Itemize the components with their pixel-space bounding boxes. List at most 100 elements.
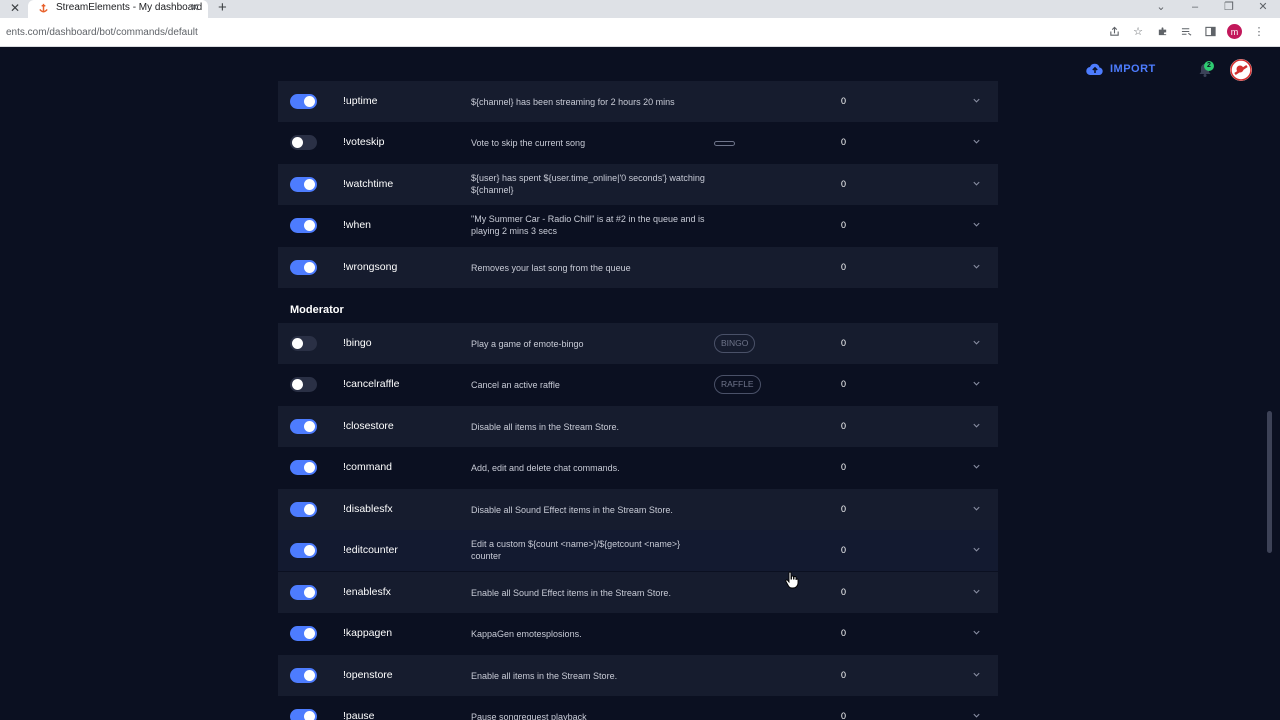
command-description: Play a game of emote-bingo [471, 339, 584, 349]
command-count: 0 [841, 220, 847, 230]
command-name: !disablesfx [343, 503, 393, 515]
chevron-down-icon[interactable] [972, 587, 981, 596]
chevron-down-icon[interactable] [972, 262, 981, 271]
command-tag: BINGO [714, 334, 756, 353]
command-name: !closestore [343, 420, 394, 432]
command-toggle[interactable] [290, 626, 317, 641]
chevron-down-icon[interactable] [972, 137, 981, 146]
table-row[interactable]: !editcounter Edit a custom ${count <name… [278, 530, 998, 571]
command-toggle[interactable] [290, 260, 317, 275]
command-toggle[interactable] [290, 377, 317, 392]
command-description: KappaGen emotesplosions. [471, 629, 582, 639]
table-row[interactable]: !command Add, edit and delete chat comma… [278, 447, 998, 488]
command-name: !pause [343, 710, 375, 720]
command-count: 0 [841, 96, 847, 106]
command-toggle[interactable] [290, 218, 317, 233]
table-row[interactable]: !cancelraffle Cancel an active raffle RA… [278, 364, 998, 405]
new-tab-icon[interactable]: + [218, 0, 227, 16]
reading-list-icon[interactable] [1179, 25, 1193, 39]
command-name: !kappagen [343, 627, 393, 639]
table-row[interactable]: !when "My Summer Car - Radio Chill" is a… [278, 205, 998, 246]
chevron-down-icon[interactable] [972, 670, 981, 679]
command-toggle[interactable] [290, 668, 317, 683]
chevron-down-icon[interactable] [972, 220, 981, 229]
command-description: Enable all items in the Stream Store. [471, 671, 618, 681]
command-toggle[interactable] [290, 502, 317, 517]
command-count: 0 [841, 262, 847, 272]
command-toggle[interactable] [290, 419, 317, 434]
command-count: 0 [841, 628, 847, 638]
command-toggle[interactable] [290, 135, 317, 150]
table-row[interactable]: !uptime ${channel} has been streaming fo… [278, 81, 998, 122]
command-description: Edit a custom ${count <name>}/${getcount… [471, 539, 681, 561]
table-row[interactable]: !voteskip Vote to skip the current song … [278, 122, 998, 163]
table-row[interactable]: !closestore Disable all items in the Str… [278, 406, 998, 447]
import-button[interactable]: IMPORT [1086, 62, 1156, 76]
section-heading-moderator: Moderator [290, 304, 344, 316]
minimize-icon[interactable]: – [1178, 0, 1212, 18]
chevron-down-icon[interactable] [972, 711, 981, 720]
chevron-down-icon[interactable] [972, 179, 981, 188]
side-panel-icon[interactable] [1203, 25, 1217, 39]
toolbar-icons: ☆ m ⋮ [1107, 24, 1266, 39]
table-row[interactable]: !enablesfx Enable all Sound Effect items… [278, 572, 998, 613]
command-count: 0 [841, 179, 847, 189]
close-icon[interactable]: ✕ [10, 1, 20, 15]
chevron-down-icon[interactable] [972, 338, 981, 347]
chevron-down-icon[interactable] [972, 421, 981, 430]
chevron-down-icon[interactable] [972, 462, 981, 471]
url-field[interactable]: ents.com/dashboard/bot/commands/default [6, 27, 198, 38]
table-row[interactable]: !openstore Enable all items in the Strea… [278, 655, 998, 696]
user-avatar[interactable] [1230, 59, 1252, 81]
profile-avatar[interactable]: m [1227, 24, 1242, 39]
command-count: 0 [841, 421, 847, 431]
command-toggle[interactable] [290, 336, 317, 351]
table-row[interactable]: !disablesfx Disable all Sound Effect ite… [278, 489, 998, 530]
command-name: !bingo [343, 337, 372, 349]
command-description: Enable all Sound Effect items in the Str… [471, 588, 671, 598]
command-description: Vote to skip the current song [471, 138, 586, 148]
chevron-down-icon[interactable] [972, 379, 981, 388]
hand-cursor-icon [785, 571, 799, 589]
command-toggle[interactable] [290, 585, 317, 600]
command-description: ${user} has spent ${user.time_online|'0 … [471, 173, 705, 195]
command-toggle[interactable] [290, 543, 317, 558]
extensions-puzzle-icon[interactable] [1155, 25, 1169, 39]
command-toggle[interactable] [290, 94, 317, 109]
chevron-down-icon[interactable] [972, 628, 981, 637]
address-bar: ents.com/dashboard/bot/commands/default … [0, 18, 1280, 47]
command-toggle[interactable] [290, 709, 317, 720]
browser-tab[interactable]: StreamElements - My dashboard ✕ [28, 0, 208, 18]
command-name: !enablesfx [343, 586, 391, 598]
restore-icon[interactable]: ❐ [1212, 0, 1246, 18]
command-name: !when [343, 219, 372, 231]
command-count: 0 [841, 711, 847, 720]
tab-title: StreamElements - My dashboard [56, 2, 203, 13]
chevron-down-icon[interactable] [972, 504, 981, 513]
share-icon[interactable] [1107, 25, 1121, 39]
tab-close-icon[interactable]: ✕ [190, 1, 199, 14]
command-count: 0 [841, 379, 847, 389]
table-row[interactable]: !wrongsong Removes your last song from t… [278, 247, 998, 288]
command-count: 0 [841, 338, 847, 348]
table-row[interactable]: !kappagen KappaGen emotesplosions. 0 [278, 613, 998, 654]
chevron-down-icon[interactable] [972, 545, 981, 554]
table-row[interactable]: !watchtime ${user} has spent ${user.time… [278, 164, 998, 205]
command-name: !editcounter [343, 544, 398, 556]
command-toggle[interactable] [290, 177, 317, 192]
browser-menu-icon[interactable]: ⋮ [1252, 25, 1266, 39]
window-controls: ⌄ – ❐ ✕ [1144, 0, 1280, 18]
command-name: !cancelraffle [343, 378, 400, 390]
command-count: 0 [841, 462, 847, 472]
command-description: Pause songrequest playback [471, 712, 587, 720]
table-row[interactable]: !pause Pause songrequest playback 0 [278, 696, 998, 720]
chevron-down-icon[interactable] [972, 96, 981, 105]
command-description: "My Summer Car - Radio Chill" is at #2 i… [471, 214, 705, 236]
bookmark-star-icon[interactable]: ☆ [1131, 25, 1145, 39]
window-close-icon[interactable]: ✕ [1246, 0, 1280, 18]
import-label: IMPORT [1110, 63, 1156, 75]
tab-search-icon[interactable]: ⌄ [1144, 0, 1178, 18]
page-scrollbar[interactable] [1267, 411, 1272, 553]
command-toggle[interactable] [290, 460, 317, 475]
table-row[interactable]: !bingo Play a game of emote-bingo BINGO … [278, 323, 998, 364]
